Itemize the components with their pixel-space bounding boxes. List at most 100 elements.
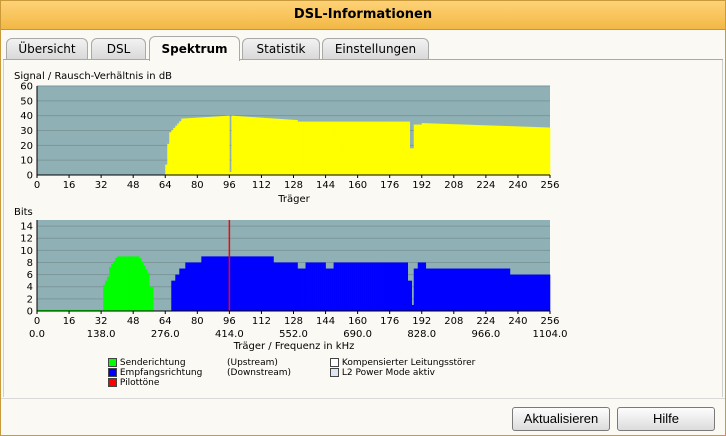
bar (173, 280, 176, 311)
legend-swatch-upstream (108, 358, 117, 367)
bar (397, 121, 401, 175)
bar (423, 262, 427, 311)
y-tick-label: 0 (27, 307, 33, 318)
bar (317, 262, 320, 311)
bar (253, 256, 256, 311)
x-tick-label: 160 (348, 180, 367, 191)
bar (491, 268, 495, 311)
bar (353, 262, 356, 311)
bar (225, 256, 228, 311)
bar (477, 125, 481, 175)
bar (521, 274, 525, 311)
x-tick-label: 0 (34, 180, 40, 191)
spectrum-panel: Signal / Rausch-Verhältnis in dB 0 10 20 30… (3, 60, 723, 397)
bar (181, 118, 184, 175)
bar (313, 262, 316, 311)
bar (385, 262, 388, 311)
bar (365, 121, 368, 175)
bar (479, 268, 483, 311)
tab-spektrum[interactable]: Spektrum (149, 36, 240, 61)
bar (257, 117, 260, 175)
bar (477, 268, 481, 311)
bar (287, 119, 290, 175)
x-tick-label-khz: 552.0 (279, 329, 308, 340)
bar (299, 268, 302, 311)
bar (211, 116, 214, 175)
bar (267, 256, 270, 311)
bar (111, 263, 114, 311)
bar (471, 268, 475, 311)
bar (237, 116, 240, 175)
y-tick-label: 60 (20, 82, 33, 93)
bar (273, 118, 276, 175)
tab-einstellungen[interactable]: Einstellungen (322, 38, 429, 59)
y-tick-label: 0 (27, 171, 33, 182)
bar (197, 262, 200, 311)
bar (523, 274, 527, 311)
x-tick-label: 80 (191, 180, 204, 191)
tab-statistik[interactable]: Statistik (242, 38, 320, 59)
bar (445, 123, 449, 175)
tab-dsl[interactable]: DSL (91, 38, 146, 59)
bar (327, 121, 330, 175)
x-tick-label: 64 (159, 180, 172, 191)
x-tick-label: 240 (508, 316, 527, 327)
bar (179, 121, 182, 175)
legend-item-downstream: Empfangsrichtung (108, 368, 202, 378)
refresh-button[interactable]: Aktualisieren (512, 407, 610, 431)
bar (515, 274, 519, 311)
help-button[interactable]: Hilfe (617, 407, 715, 431)
bar (489, 125, 493, 175)
bar (243, 256, 246, 311)
bar (197, 117, 200, 175)
bar (485, 268, 489, 311)
bar (481, 268, 485, 311)
bar (373, 121, 376, 175)
bar (499, 125, 503, 175)
bar (343, 262, 346, 311)
bar (267, 118, 270, 175)
bar (407, 280, 411, 311)
legend-label-pilot: Pilottöne (119, 378, 160, 388)
x-tick-label: 0 (34, 316, 40, 327)
bar (461, 124, 465, 175)
bar (405, 121, 409, 175)
bar (355, 121, 358, 175)
bar (199, 117, 202, 175)
bar (147, 272, 150, 311)
y-tick-label: 40 (20, 111, 33, 122)
x-tick-label: 48 (127, 180, 140, 191)
bar (419, 262, 423, 311)
tab-uebersicht[interactable]: Übersicht (6, 38, 88, 59)
bar (515, 126, 519, 175)
bar (277, 262, 280, 311)
bar (307, 121, 310, 175)
bar (261, 117, 264, 175)
legend-item-pilot: Pilottöne (108, 378, 159, 388)
bar (423, 123, 427, 175)
bar (381, 262, 384, 311)
bar (375, 121, 378, 175)
bar (357, 262, 360, 311)
bar (547, 127, 551, 175)
bar (281, 262, 284, 311)
bar (469, 268, 473, 311)
bar (235, 256, 238, 311)
bar (285, 262, 288, 311)
x-tick-label: 128 (284, 180, 303, 191)
bar (537, 127, 541, 175)
bar (387, 262, 390, 311)
bar (193, 262, 196, 311)
bar (445, 268, 449, 311)
bar (211, 256, 214, 311)
bar (235, 116, 238, 175)
dsl-info-window: DSL-Informationen Übersicht DSL Spektrum… (0, 0, 726, 436)
bar (283, 262, 286, 311)
bar (525, 274, 529, 311)
bar (233, 115, 236, 175)
bar (381, 121, 384, 175)
bar (269, 118, 272, 175)
bar (363, 121, 366, 175)
bar (165, 164, 168, 175)
x-tick-label: 192 (412, 316, 431, 327)
